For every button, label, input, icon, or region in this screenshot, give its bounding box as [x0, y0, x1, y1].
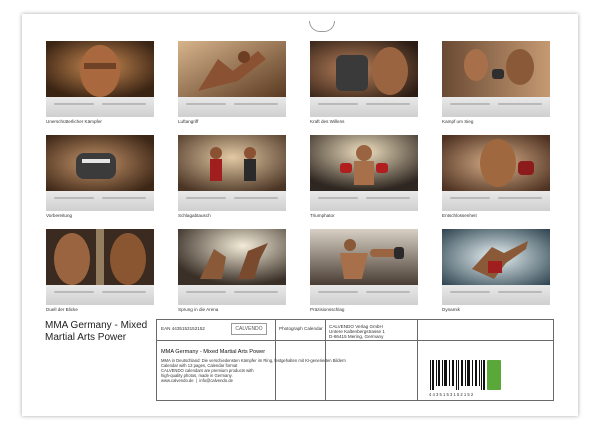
product-name: MMA Germany - Mixed Martial Arts Power: [161, 349, 266, 355]
thumbnail-caption: Kampf um Sieg: [442, 119, 474, 124]
calendar-strip: [46, 191, 154, 211]
thumbnail-image: [46, 229, 154, 285]
calendar-strip: [178, 191, 286, 211]
calendar-strip: [442, 97, 550, 117]
info-row-divider: [157, 340, 553, 341]
ean-label: EAN 4435153152152: [161, 326, 205, 331]
thumbnail-caption: Unerschütterlicher Kämpfer: [46, 119, 102, 124]
calendar-strip: [46, 97, 154, 117]
calendar-strip: [310, 285, 418, 305]
calendar-back-cover: Unerschütterlicher Kämpfer Luftangriff K…: [22, 14, 578, 416]
thumbnail-caption: Duell der Blicke: [46, 307, 78, 312]
thumbnail-caption: Schlagabtausch: [178, 213, 211, 218]
binding-hanger-notch: [309, 21, 335, 32]
thumbnail-image: [178, 229, 286, 285]
barcode-icon: [429, 360, 485, 390]
barcode-number: 4 4 3 5 1 5 3 1 5 2 1 5 2: [429, 392, 474, 397]
thumbnail-image: [46, 41, 154, 97]
thumbnail-image: [46, 135, 154, 191]
thumbnail-image: [442, 41, 550, 97]
calendar-strip: [442, 191, 550, 211]
calendar-strip: [310, 191, 418, 211]
thumbnail-image: [310, 41, 418, 97]
calendar-strip: [442, 285, 550, 305]
calendar-strip: [310, 97, 418, 117]
thumbnail-caption: Triumphator: [310, 213, 335, 218]
publisher-address: CALVENDO Verlag GmbH Untere Kaltenbergst…: [329, 324, 385, 340]
thumbnail-caption: Sprung in die Arena: [178, 307, 219, 312]
thumbnail-caption: Entschlossenheit: [442, 213, 477, 218]
calendar-strip: [178, 97, 286, 117]
thumbnail-caption: Kraft des Willens: [310, 119, 345, 124]
product-description: MMA in Deutschland: Die verschiedensten …: [161, 358, 346, 383]
product-info-box: CALVENDO EAN 4435153152152 MMA Germany -…: [156, 319, 554, 401]
thumbnail-image: [310, 135, 418, 191]
thumbnail-image: [178, 41, 286, 97]
thumbnail-caption: Luftangriff: [178, 119, 199, 124]
thumbnail-caption: Präzisionsschlag: [310, 307, 345, 312]
publisher-logo: CALVENDO: [231, 323, 267, 335]
product-title: MMA Germany - Mixed Martial Arts Power: [45, 320, 148, 343]
eco-badge-icon: [487, 360, 501, 390]
thumbnail-caption: Dynamik: [442, 307, 460, 312]
thumbnail-image: [442, 135, 550, 191]
thumbnail-image: [310, 229, 418, 285]
thumbnail-caption: Vorbereitung: [46, 213, 73, 218]
calendar-strip: [46, 285, 154, 305]
calendar-strip: [178, 285, 286, 305]
thumbnail-image: [178, 135, 286, 191]
thumbnail-image: [442, 229, 550, 285]
product-code: Photograph Calendar: [279, 326, 323, 331]
